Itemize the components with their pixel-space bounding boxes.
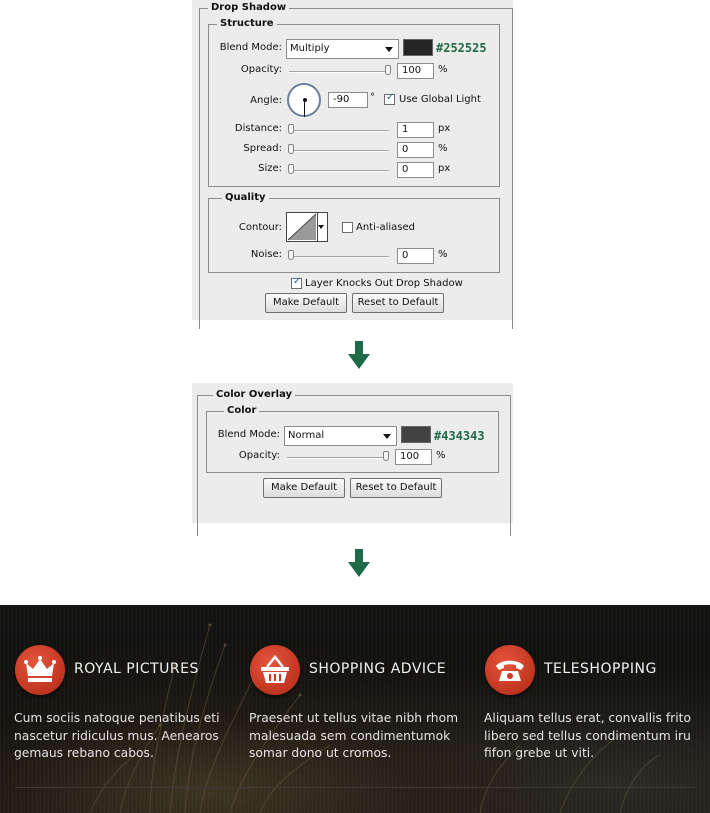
feature-band: ROYAL PICTURES Cum sociis natoque penati… bbox=[0, 605, 710, 813]
noise-label: Noise: bbox=[250, 249, 282, 260]
angle-dial[interactable] bbox=[287, 83, 321, 117]
overlay-opacity-slider-track[interactable] bbox=[287, 457, 387, 459]
angle-input[interactable]: -90 bbox=[328, 92, 368, 108]
spread-input[interactable]: 0 bbox=[397, 142, 434, 158]
opacity-label: Opacity: bbox=[240, 64, 282, 75]
chevron-down-icon bbox=[385, 47, 393, 52]
shadow-color-swatch[interactable] bbox=[403, 39, 433, 56]
blend-mode-value: Multiply bbox=[290, 43, 330, 54]
overlay-reset-to-default-button[interactable]: Reset to Default bbox=[350, 478, 442, 498]
angle-unit: ° bbox=[370, 92, 375, 103]
chevron-down-icon bbox=[318, 225, 324, 229]
anti-aliased-checkbox[interactable] bbox=[342, 222, 353, 233]
noise-slider-thumb[interactable] bbox=[288, 250, 294, 260]
arrow-down-icon bbox=[348, 549, 370, 577]
overlay-blend-mode-select[interactable]: Normal bbox=[284, 426, 397, 446]
overlay-opacity-label: Opacity: bbox=[238, 450, 280, 461]
layer-knocks-label: Layer Knocks Out Drop Shadow bbox=[305, 278, 463, 289]
overlay-blend-mode-value: Normal bbox=[288, 430, 325, 441]
feature-title-teleshopping: TELESHOPPING bbox=[544, 661, 657, 677]
overlay-blend-mode-label: Blend Mode: bbox=[217, 429, 280, 440]
structure-title: Structure bbox=[217, 17, 277, 31]
chevron-down-icon bbox=[383, 434, 391, 439]
blend-mode-select[interactable]: Multiply bbox=[286, 39, 399, 59]
opacity-input[interactable]: 100 bbox=[397, 63, 434, 79]
size-slider-track[interactable] bbox=[289, 170, 389, 172]
contour-curve-icon bbox=[287, 213, 317, 241]
opacity-slider-thumb[interactable] bbox=[385, 65, 391, 75]
shadow-color-hex: #252525 bbox=[436, 41, 487, 55]
drop-shadow-panel: Drop Shadow Structure Blend Mode: Multip… bbox=[192, 0, 513, 329]
feature-title-shopping-advice: SHOPPING ADVICE bbox=[309, 661, 447, 677]
use-global-light-checkbox[interactable]: ✓ bbox=[384, 92, 395, 105]
overlay-color-swatch[interactable] bbox=[401, 426, 431, 443]
use-global-light-label: Use Global Light bbox=[399, 94, 481, 105]
size-slider-thumb[interactable] bbox=[288, 164, 294, 174]
spread-slider-thumb[interactable] bbox=[288, 144, 294, 154]
basket-icon bbox=[250, 645, 300, 695]
arrow-down-icon bbox=[348, 341, 370, 369]
overlay-make-default-button[interactable]: Make Default bbox=[263, 478, 345, 498]
feature-title-royal-pictures: ROYAL PICTURES bbox=[74, 661, 199, 677]
divider bbox=[15, 787, 695, 788]
color-group-title: Color bbox=[224, 404, 260, 418]
angle-label: Angle: bbox=[250, 95, 282, 106]
size-unit: px bbox=[438, 163, 451, 174]
overlay-opacity-unit: % bbox=[436, 450, 446, 461]
color-overlay-title: Color Overlay bbox=[213, 388, 296, 402]
make-default-button[interactable]: Make Default bbox=[265, 293, 347, 313]
distance-slider-track[interactable] bbox=[289, 130, 389, 132]
opacity-slider-track[interactable] bbox=[289, 71, 389, 73]
blend-mode-label: Blend Mode: bbox=[219, 42, 282, 53]
angle-dial-needle bbox=[304, 100, 305, 117]
noise-slider-track[interactable] bbox=[289, 256, 389, 258]
check-icon: ✓ bbox=[293, 276, 302, 287]
noise-unit: % bbox=[438, 249, 448, 260]
size-label: Size: bbox=[258, 163, 282, 174]
drop-shadow-title: Drop Shadow bbox=[208, 1, 290, 15]
distance-slider-thumb[interactable] bbox=[288, 124, 294, 134]
crown-icon bbox=[15, 645, 65, 695]
contour-picker[interactable] bbox=[286, 212, 328, 242]
layer-knocks-checkbox[interactable]: ✓ bbox=[291, 276, 302, 289]
overlay-opacity-slider-thumb[interactable] bbox=[383, 451, 389, 461]
check-icon: ✓ bbox=[386, 92, 395, 103]
spread-label: Spread: bbox=[243, 143, 282, 154]
color-overlay-panel: Color Overlay Color Blend Mode: Normal #… bbox=[192, 383, 513, 536]
distance-unit: px bbox=[438, 123, 451, 134]
overlay-color-hex: #434343 bbox=[434, 429, 485, 443]
overlay-opacity-input[interactable]: 100 bbox=[395, 449, 432, 465]
size-input[interactable]: 0 bbox=[397, 162, 434, 178]
phone-icon bbox=[485, 645, 535, 695]
opacity-unit: % bbox=[438, 64, 448, 75]
feature-desc-royal-pictures: Cum sociis natoque penatibus eti nascetu… bbox=[14, 711, 220, 760]
spread-unit: % bbox=[438, 143, 448, 154]
anti-aliased-label: Anti-aliased bbox=[356, 222, 416, 233]
distance-input[interactable]: 1 bbox=[397, 122, 434, 138]
feature-desc-shopping-advice: Praesent ut tellus vitae nibh rhom males… bbox=[249, 711, 459, 760]
reset-to-default-button[interactable]: Reset to Default bbox=[352, 293, 444, 313]
feature-desc-teleshopping: Aliquam tellus erat, convallis frito lib… bbox=[484, 711, 691, 760]
distance-label: Distance: bbox=[234, 123, 282, 134]
noise-input[interactable]: 0 bbox=[397, 248, 434, 264]
spread-slider-track[interactable] bbox=[289, 150, 389, 152]
quality-title: Quality bbox=[222, 191, 269, 205]
quality-group: Quality bbox=[208, 191, 500, 273]
grass-background-icon bbox=[89, 623, 661, 813]
contour-label: Contour: bbox=[238, 222, 282, 233]
